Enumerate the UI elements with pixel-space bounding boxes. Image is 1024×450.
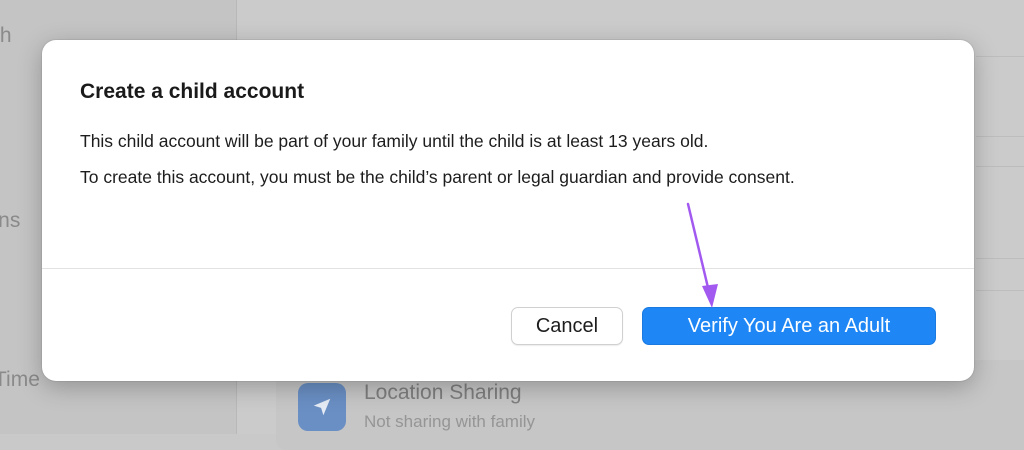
verify-adult-button[interactable]: Verify You Are an Adult	[642, 307, 936, 345]
dialog-paragraph-consent: To create this account, you must be the …	[80, 167, 795, 187]
dialog-title: Create a child account	[80, 80, 305, 103]
dialog-paragraph-age: This child account will be part of your …	[80, 131, 709, 151]
location-arrow-icon	[298, 383, 346, 431]
sidebar-fragment-2: tions	[0, 209, 21, 232]
background-divider	[976, 56, 1024, 57]
background-divider	[976, 290, 1024, 291]
dialog-divider	[42, 268, 974, 269]
sidebar-fragment-3: Time	[0, 368, 40, 391]
sidebar-fragment-1: th	[0, 24, 12, 47]
background-divider	[976, 166, 1024, 167]
dialog-message: This child account will be part of your …	[80, 130, 940, 202]
child-account-dialog: Create a child account This child accoun…	[42, 40, 974, 381]
location-sharing-subtitle: Not sharing with family	[364, 412, 536, 431]
background-divider	[976, 258, 1024, 259]
annotation-arrow-icon	[686, 202, 718, 308]
background-divider	[976, 136, 1024, 137]
location-sharing-title: Location Sharing	[364, 381, 522, 404]
cancel-button[interactable]: Cancel	[511, 307, 623, 345]
